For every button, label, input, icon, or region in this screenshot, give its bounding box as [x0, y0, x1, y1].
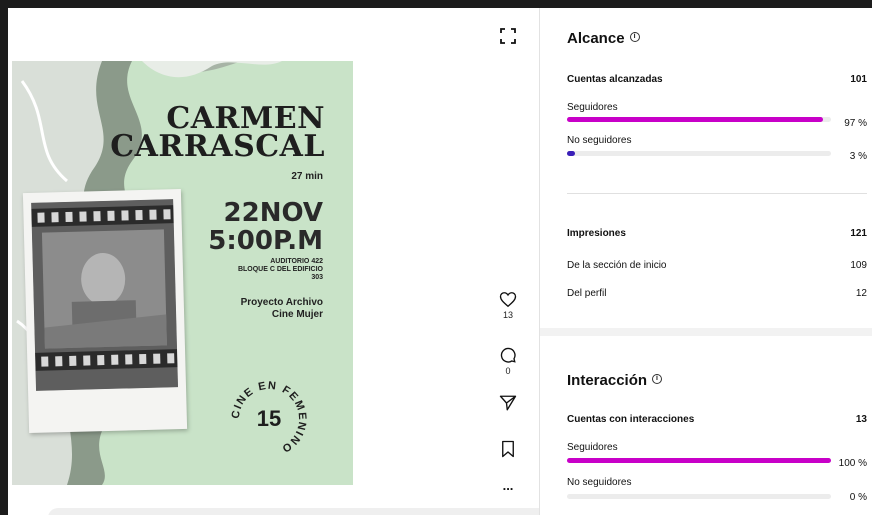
reach-non-followers-pct: 3 %	[849, 151, 867, 162]
poster-time: 5:00P.M	[208, 226, 323, 256]
interaction-title: Interacción	[567, 372, 648, 389]
reach-title: Alcance	[567, 30, 625, 47]
action-icons-column: 13 0 ...	[478, 8, 538, 515]
poster-project-line2: Cine Mujer	[271, 309, 323, 320]
reach-followers-fill	[567, 117, 824, 122]
home-impressions-label: De la sección de inicio	[567, 260, 667, 271]
interaction-non-followers-label: No seguidores	[567, 477, 632, 488]
poster-venue: AUDITORIO 422 BLOQUE C DEL EDIFICIO 303	[238, 258, 323, 282]
home-impressions-value: 109	[850, 260, 867, 271]
poster-title: CARMEN CARRASCAL	[110, 104, 325, 164]
poster-venue-line3: 303	[311, 274, 323, 281]
reach-non-followers-bar	[567, 151, 831, 156]
share-action[interactable]	[478, 394, 538, 412]
info-icon[interactable]: i	[652, 374, 663, 384]
bookmark-icon[interactable]	[500, 440, 516, 458]
interaction-followers-label: Seguidores	[567, 442, 618, 453]
reach-followers-bar	[567, 117, 831, 122]
poster-duration: 27 min	[291, 171, 323, 182]
comment-count: 0	[505, 366, 511, 376]
heart-icon[interactable]	[499, 291, 517, 308]
impressions-total: 121	[850, 228, 867, 239]
polaroid-photo	[22, 188, 188, 434]
interaction-card: Interacción i Cuentas con interacciones 1…	[540, 336, 872, 515]
poster-title-line2: CARRASCAL	[110, 129, 325, 164]
send-icon[interactable]	[499, 394, 517, 412]
like-count: 13	[502, 310, 513, 320]
interaction-followers-fill	[567, 458, 831, 463]
film-strip-graphic	[31, 199, 179, 391]
comment-icon[interactable]	[499, 346, 517, 364]
expand-icon[interactable]	[498, 26, 518, 46]
insights-panel: Alcance i Cuentas alcanzadas 101 Seguidor…	[539, 8, 872, 515]
more-options-icon[interactable]: ...	[478, 478, 538, 493]
profile-impressions-label: Del perfil	[567, 288, 607, 299]
interaction-non-followers-pct: 0 %	[849, 492, 867, 503]
like-action[interactable]: 13	[478, 291, 538, 320]
impressions-card: Impresiones 121 De la sección de inicio …	[540, 194, 872, 328]
poster-project-line1: Proyecto Archivo	[240, 297, 323, 308]
interaction-heading: Interacción i	[567, 372, 663, 389]
interaction-accounts-value: 13	[855, 414, 867, 425]
interaction-accounts-label: Cuentas con interacciones	[567, 414, 695, 425]
post-area: CARMEN CARRASCAL 27 min 22NOV 5:00P.M AU…	[8, 8, 668, 515]
film-strip-photo	[31, 199, 179, 391]
post-insights-window: CARMEN CARRASCAL 27 min 22NOV 5:00P.M AU…	[8, 8, 872, 515]
reach-non-followers-fill	[567, 151, 575, 156]
profile-impressions-value: 12	[855, 288, 867, 299]
accounts-reached-label: Cuentas alcanzadas	[567, 74, 663, 85]
reach-card: Alcance i Cuentas alcanzadas 101 Seguidor…	[540, 8, 872, 194]
impressions-label: Impresiones	[567, 228, 626, 239]
reach-non-followers-label: No seguidores	[567, 135, 632, 146]
interaction-non-followers-bar	[567, 494, 831, 499]
comment-action[interactable]: 0	[478, 346, 538, 376]
info-icon[interactable]: i	[629, 32, 640, 42]
accounts-reached-value: 101	[850, 74, 867, 85]
poster-date: 22NOV	[223, 198, 323, 228]
poster-datetime: 22NOV 5:00P.M	[208, 199, 323, 255]
poster-venue-line2: BLOQUE C DEL EDIFICIO	[237, 266, 323, 273]
post-image[interactable]: CARMEN CARRASCAL 27 min 22NOV 5:00P.M AU…	[12, 61, 353, 485]
screen-frame: CARMEN CARRASCAL 27 min 22NOV 5:00P.M AU…	[0, 0, 872, 515]
reach-followers-label: Seguidores	[567, 102, 618, 113]
cine-en-femenino-stamp: CINE EN FEMENINO 15	[224, 374, 314, 464]
reach-followers-pct: 97 %	[844, 118, 867, 129]
stamp-number: 15	[256, 406, 282, 431]
poster-venue-line1: AUDITORIO 422	[270, 258, 323, 265]
interaction-followers-pct: 100 %	[838, 458, 867, 469]
reach-heading: Alcance i	[567, 30, 640, 47]
save-action[interactable]	[478, 440, 538, 458]
poster-project: Proyecto Archivo Cine Mujer	[241, 297, 323, 321]
interaction-followers-bar	[567, 458, 831, 463]
